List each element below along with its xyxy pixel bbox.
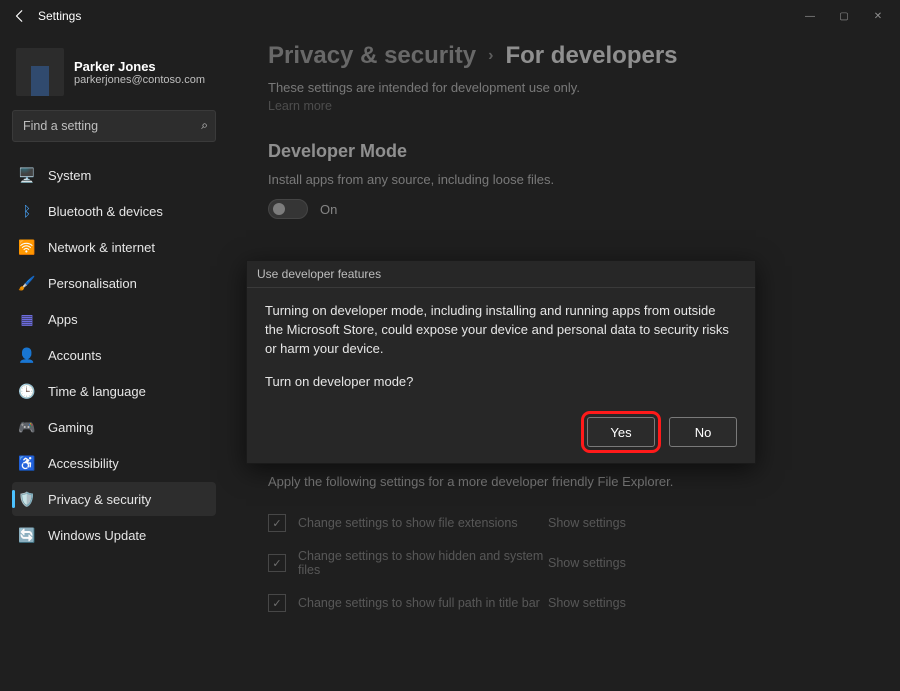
- breadcrumb-parent[interactable]: Privacy & security: [268, 42, 476, 70]
- accessibility-icon: ♿: [18, 454, 36, 472]
- developer-features-dialog: Use developer features Turning on develo…: [246, 260, 756, 464]
- breadcrumb-current: For developers: [505, 42, 677, 70]
- close-button[interactable]: ✕: [870, 11, 886, 22]
- fileexp-row: ✓ Change settings to show file extension…: [268, 503, 876, 543]
- nav-label: Bluetooth & devices: [48, 204, 163, 219]
- window-controls: ― ▢ ✕: [802, 11, 892, 22]
- nav-gaming[interactable]: 🎮 Gaming: [12, 410, 216, 444]
- wifi-icon: 🛜: [18, 238, 36, 256]
- show-settings-link[interactable]: Show settings: [548, 596, 626, 610]
- dialog-body-text: Turning on developer mode, including ins…: [265, 302, 737, 359]
- nav-bluetooth[interactable]: ᛒ Bluetooth & devices: [12, 194, 216, 228]
- dialog-actions: Yes No: [247, 409, 755, 463]
- maximize-button[interactable]: ▢: [836, 11, 852, 22]
- developer-mode-sub: Install apps from any source, including …: [268, 172, 876, 187]
- nav-label: Network & internet: [48, 240, 155, 255]
- gamepad-icon: 🎮: [18, 418, 36, 436]
- fileexp-row-label: Change settings to show full path in tit…: [298, 596, 548, 610]
- file-explorer-sub: Apply the following settings for a more …: [268, 474, 876, 489]
- nav-list: 🖥️ System ᛒ Bluetooth & devices 🛜 Network &…: [12, 158, 216, 552]
- dialog-question: Turn on developer mode?: [265, 373, 737, 392]
- no-button[interactable]: No: [669, 417, 737, 447]
- user-name: Parker Jones: [74, 59, 205, 74]
- nav-label: System: [48, 168, 91, 183]
- nav-label: Gaming: [48, 420, 94, 435]
- search-input[interactable]: [12, 110, 216, 142]
- sidebar: Parker Jones parkerjones@contoso.com ⌕ 🖥…: [0, 32, 228, 691]
- brush-icon: 🖌️: [18, 274, 36, 292]
- chevron-right-icon: ›: [488, 47, 493, 65]
- checkbox[interactable]: ✓: [268, 594, 286, 612]
- clock-icon: 🕒: [18, 382, 36, 400]
- show-settings-link[interactable]: Show settings: [548, 556, 626, 570]
- bluetooth-icon: ᛒ: [18, 202, 36, 220]
- update-icon: 🔄: [18, 526, 36, 544]
- toggle-state-label: On: [320, 202, 337, 217]
- breadcrumb: Privacy & security › For developers: [268, 42, 876, 70]
- titlebar: Settings ― ▢ ✕: [0, 0, 900, 32]
- person-icon: 👤: [18, 346, 36, 364]
- shield-icon: 🛡️: [18, 490, 36, 508]
- nav-apps[interactable]: ▦ Apps: [12, 302, 216, 336]
- nav-label: Windows Update: [48, 528, 146, 543]
- nav-time-language[interactable]: 🕒 Time & language: [12, 374, 216, 408]
- yes-button[interactable]: Yes: [587, 417, 655, 447]
- search-icon: ⌕: [201, 118, 208, 133]
- show-settings-link[interactable]: Show settings: [548, 516, 626, 530]
- search-wrap: ⌕: [12, 110, 216, 142]
- nav-label: Privacy & security: [48, 492, 151, 507]
- page-description: These settings are intended for developm…: [268, 80, 876, 95]
- fileexp-row: ✓ Change settings to show hidden and sys…: [268, 543, 876, 583]
- nav-system[interactable]: 🖥️ System: [12, 158, 216, 192]
- avatar: [16, 48, 64, 96]
- nav-label: Time & language: [48, 384, 146, 399]
- nav-accessibility[interactable]: ♿ Accessibility: [12, 446, 216, 480]
- user-card[interactable]: Parker Jones parkerjones@contoso.com: [12, 40, 216, 110]
- checkbox[interactable]: ✓: [268, 514, 286, 532]
- dialog-title: Use developer features: [247, 261, 755, 288]
- fileexp-row-label: Change settings to show hidden and syste…: [298, 549, 548, 577]
- developer-mode-heading: Developer Mode: [268, 141, 876, 162]
- nav-accounts[interactable]: 👤 Accounts: [12, 338, 216, 372]
- fileexp-row-label: Change settings to show file extensions: [298, 516, 548, 530]
- learn-more-link[interactable]: Learn more: [268, 99, 876, 113]
- minimize-button[interactable]: ―: [802, 11, 818, 22]
- developer-mode-toggle[interactable]: [268, 199, 308, 219]
- nav-label: Accounts: [48, 348, 101, 363]
- arrow-left-icon: [13, 9, 27, 23]
- apps-icon: ▦: [18, 310, 36, 328]
- nav-personalisation[interactable]: 🖌️ Personalisation: [12, 266, 216, 300]
- display-icon: 🖥️: [18, 166, 36, 184]
- user-email: parkerjones@contoso.com: [74, 74, 205, 86]
- fileexp-row: ✓ Change settings to show full path in t…: [268, 583, 876, 623]
- nav-privacy-security[interactable]: 🛡️ Privacy & security: [12, 482, 216, 516]
- checkbox[interactable]: ✓: [268, 554, 286, 572]
- nav-label: Personalisation: [48, 276, 137, 291]
- nav-windows-update[interactable]: 🔄 Windows Update: [12, 518, 216, 552]
- nav-label: Apps: [48, 312, 78, 327]
- nav-label: Accessibility: [48, 456, 119, 471]
- back-button[interactable]: [8, 4, 32, 28]
- nav-network[interactable]: 🛜 Network & internet: [12, 230, 216, 264]
- app-title: Settings: [38, 9, 81, 23]
